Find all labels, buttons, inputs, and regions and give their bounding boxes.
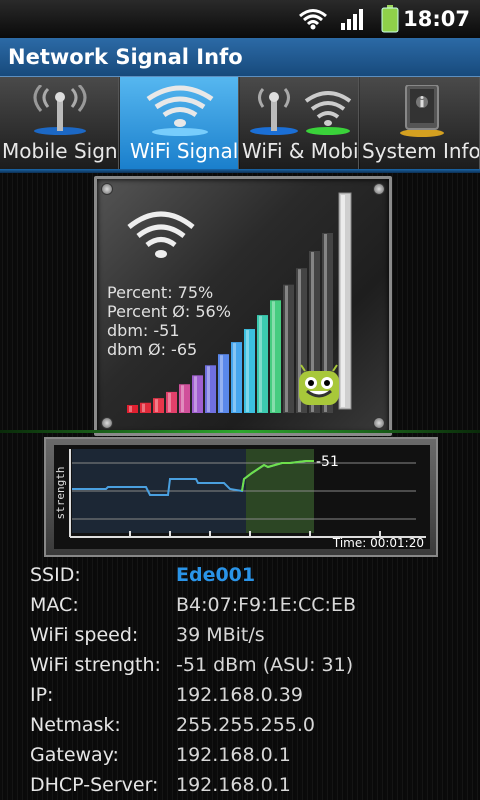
tab-label: WiFi Signal	[130, 139, 239, 163]
tower-and-wifi-icon	[250, 88, 352, 135]
info-row-ssid: SSID: Ede001	[0, 560, 480, 590]
signal-stats: Percent: 75% Percent Ø: 56% dbm: -51 dbm…	[107, 283, 231, 359]
signal-strength-panel: Percent: 75% Percent Ø: 56% dbm: -51 dbm…	[94, 176, 392, 436]
signal-level-bar-highlight	[220, 355, 223, 412]
info-row-wifi-strength: WiFi strength: -51 dBm (ASU: 31)	[0, 650, 480, 680]
signal-level-bar-highlight	[194, 376, 197, 412]
signal-level-bar-highlight	[142, 403, 145, 412]
signal-level-bar-highlight	[246, 330, 249, 412]
clock: 18:07	[403, 7, 470, 31]
signal-level-bar	[179, 384, 190, 413]
signal-level-bar	[270, 300, 281, 413]
signal-level-bar-highlight	[129, 406, 132, 412]
info-key: SSID:	[30, 564, 81, 586]
info-row-gateway: Gateway: 192.168.0.1	[0, 740, 480, 770]
signal-bars-icon	[341, 9, 363, 30]
cell-tower-icon	[33, 85, 87, 135]
phone-info-icon	[400, 85, 444, 137]
network-info-list: SSID: Ede001 MAC: B4:07:F9:1E:CC:EB WiFi…	[0, 560, 480, 800]
android-mascot-icon	[299, 364, 339, 405]
signal-level-bar	[166, 391, 177, 413]
status-bar: 18:07	[0, 0, 480, 38]
separator-line	[0, 430, 480, 433]
info-key: DHCP-Server:	[30, 774, 159, 796]
app-title: Network Signal Info	[8, 45, 243, 69]
signal-level-bar	[153, 398, 164, 413]
signal-level-bar	[127, 405, 138, 413]
signal-level-bar-highlight	[285, 285, 288, 412]
tab-label: System Info	[362, 139, 480, 163]
info-row-mac: MAC: B4:07:F9:1E:CC:EB	[0, 590, 480, 620]
info-value: Ede001	[176, 564, 256, 586]
wifi-icon	[146, 85, 214, 136]
info-row-wifi-speed: WiFi speed: 39 MBit/s	[0, 620, 480, 650]
percent-avg-text: Percent Ø: 56%	[107, 302, 231, 321]
info-key: Netmask:	[30, 714, 121, 736]
tab-label: Mobile Signal	[2, 139, 118, 163]
percent-text: Percent: 75%	[107, 283, 214, 302]
app-title-bar: Network Signal Info	[0, 38, 480, 77]
signal-level-bar	[257, 315, 268, 413]
dbm-avg-text: dbm Ø: -65	[107, 340, 198, 359]
signal-level-bar	[140, 402, 151, 413]
graph-time: Time: 00:01:20	[332, 536, 424, 550]
info-value: 192.168.0.1	[176, 774, 291, 796]
signal-level-bar-highlight	[233, 343, 236, 412]
signal-level-bar-highlight	[168, 392, 171, 412]
tab-system-info[interactable]: System Info	[360, 77, 480, 169]
info-value: 255.255.255.0	[176, 714, 316, 736]
signal-level-bar	[244, 329, 255, 413]
info-key: WiFi speed:	[30, 624, 139, 646]
signal-level-bar	[205, 365, 216, 413]
info-value: -51 dBm (ASU: 31)	[176, 654, 354, 676]
info-row-ip: IP: 192.168.0.39	[0, 680, 480, 710]
signal-level-bar-highlight	[272, 301, 275, 412]
signal-level-bar	[283, 284, 294, 413]
graph-current-value: -51	[316, 454, 339, 470]
info-row-netmask: Netmask: 255.255.255.0	[0, 710, 480, 740]
battery-icon	[381, 5, 399, 33]
tab-wifi-and-mobile[interactable]: WiFi & Mobile	[240, 77, 359, 169]
signal-level-bar-highlight	[181, 385, 184, 412]
signal-level-bar-highlight	[207, 366, 210, 412]
wifi-icon	[127, 211, 195, 258]
signal-level-bar	[231, 342, 242, 413]
signal-history-graph: strength -51 Time: 00:01:20	[44, 437, 438, 557]
signal-level-bar-highlight	[259, 316, 262, 412]
info-key: Gateway:	[30, 744, 119, 766]
tab-bar: Mobile Signal WiFi Signal WiFi & Mobile	[0, 77, 480, 169]
tab-mobile-signal[interactable]: Mobile Signal	[0, 77, 119, 169]
info-row-dhcp-server: DHCP-Server: 192.168.0.1	[0, 770, 480, 800]
info-key: WiFi strength:	[30, 654, 161, 676]
signal-level-bar	[192, 375, 203, 413]
info-key: MAC:	[30, 594, 79, 616]
tab-wifi-signal[interactable]: WiFi Signal	[120, 77, 239, 169]
dbm-text: dbm: -51	[107, 321, 180, 340]
info-key: IP:	[30, 684, 54, 706]
info-value: 192.168.0.39	[176, 684, 303, 706]
signal-level-bar	[218, 354, 229, 413]
info-value: B4:07:F9:1E:CC:EB	[176, 594, 356, 616]
info-value: 192.168.0.1	[176, 744, 291, 766]
tab-label: WiFi & Mobile	[242, 139, 359, 163]
wifi-icon	[299, 9, 327, 30]
graph-ylabel: strength	[54, 467, 67, 520]
signal-level-bar-highlight	[155, 399, 158, 412]
info-value: 39 MBit/s	[176, 624, 265, 646]
